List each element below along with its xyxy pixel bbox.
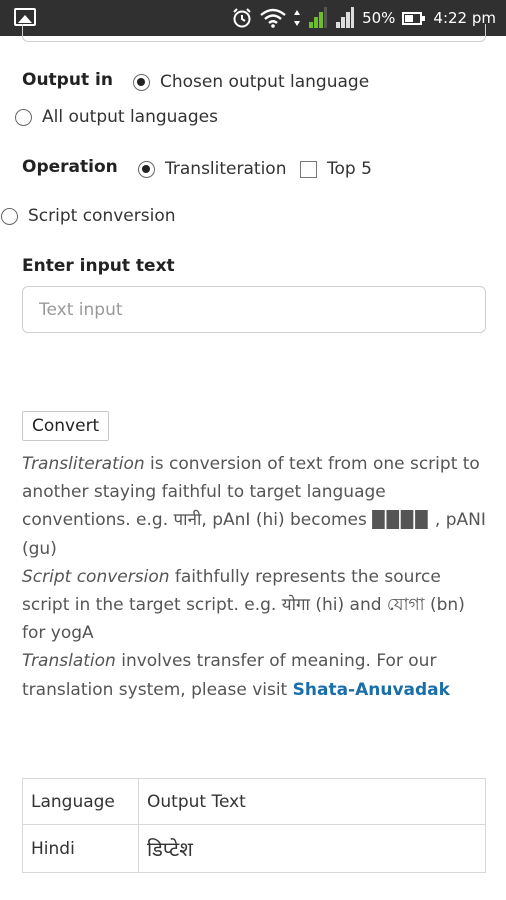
transliteration-radio[interactable] [138,160,155,178]
script-conversion-option[interactable]: Script conversion [1,206,176,226]
all-output-languages-radio[interactable] [15,108,32,126]
row-language: Hindi [22,824,139,873]
all-output-languages-option[interactable]: All output languages [15,107,218,127]
chosen-output-language-option[interactable]: Chosen output language [133,72,369,92]
convert-button[interactable]: Convert [22,411,110,441]
text-input-field[interactable] [22,286,486,333]
all-output-languages-label: All output languages [42,107,218,127]
chosen-output-language-label: Chosen output language [160,72,370,92]
transliteration-option[interactable]: Transliteration [138,159,286,179]
script-conversion-term: Script conversion [22,566,170,587]
shata-anuvadak-link[interactable]: Shata-Anuvadak [293,680,450,700]
top5-label: Top 5 [327,159,372,179]
script-conversion-label: Script conversion [28,206,176,226]
language-column-header: Language [22,778,139,825]
top5-option[interactable]: Top 5 [300,159,372,179]
enter-input-text-label: Enter input text [22,256,175,276]
table-header-row: Language Output Text [22,778,486,825]
battery-icon [402,11,426,25]
output-text-column-header: Output Text [138,778,486,825]
info-text: Transliteration is conversion of text fr… [22,450,492,704]
table-row: Hindi डिप्टेश [22,824,486,873]
transliteration-label: Transliteration [165,159,287,179]
row-output-text[interactable]: डिप्टेश [138,824,486,873]
language-select-field[interactable] [22,24,486,42]
translation-term: Translation [22,651,116,672]
output-in-label: Output in [22,70,113,90]
operation-label: Operation [22,157,118,177]
chosen-output-language-radio[interactable] [133,73,150,91]
script-conversion-radio[interactable] [1,207,18,225]
transliteration-term: Transliteration [22,454,145,474]
top5-checkbox[interactable] [300,160,317,178]
unrendered-glyphs: ████ [372,510,430,530]
result-table: Language Output Text Hindi डिप्टेश [22,778,486,873]
